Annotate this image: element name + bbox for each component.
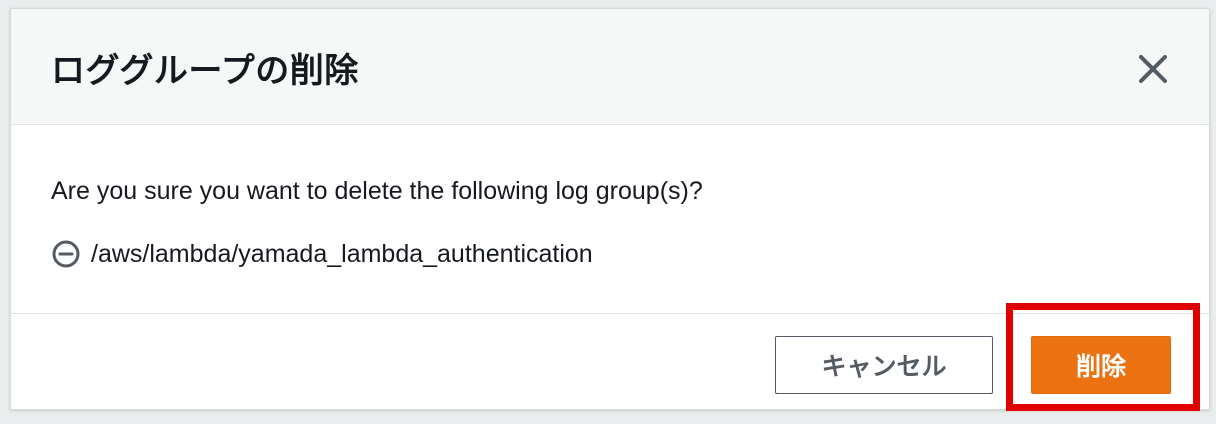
close-button[interactable] (1133, 49, 1173, 89)
cancel-button[interactable]: キャンセル (775, 336, 993, 394)
dialog-title: ロググループの削除 (51, 52, 359, 90)
close-icon (1139, 55, 1167, 83)
confirm-question: Are you sure you want to delete the foll… (51, 177, 703, 205)
log-group-item: /aws/lambda/yamada_lambda_authentication (51, 237, 593, 271)
delete-button[interactable]: 削除 (1031, 336, 1171, 394)
dialog-footer: キャンセル 削除 (11, 313, 1209, 409)
dialog-header: ロググループの削除 (11, 9, 1209, 125)
delete-log-group-dialog: ロググループの削除 Are you sure you want to delet… (10, 8, 1210, 410)
log-group-name: /aws/lambda/yamada_lambda_authentication (91, 239, 593, 268)
minus-circle-icon (51, 239, 81, 269)
dialog-body: Are you sure you want to delete the foll… (11, 125, 1209, 313)
